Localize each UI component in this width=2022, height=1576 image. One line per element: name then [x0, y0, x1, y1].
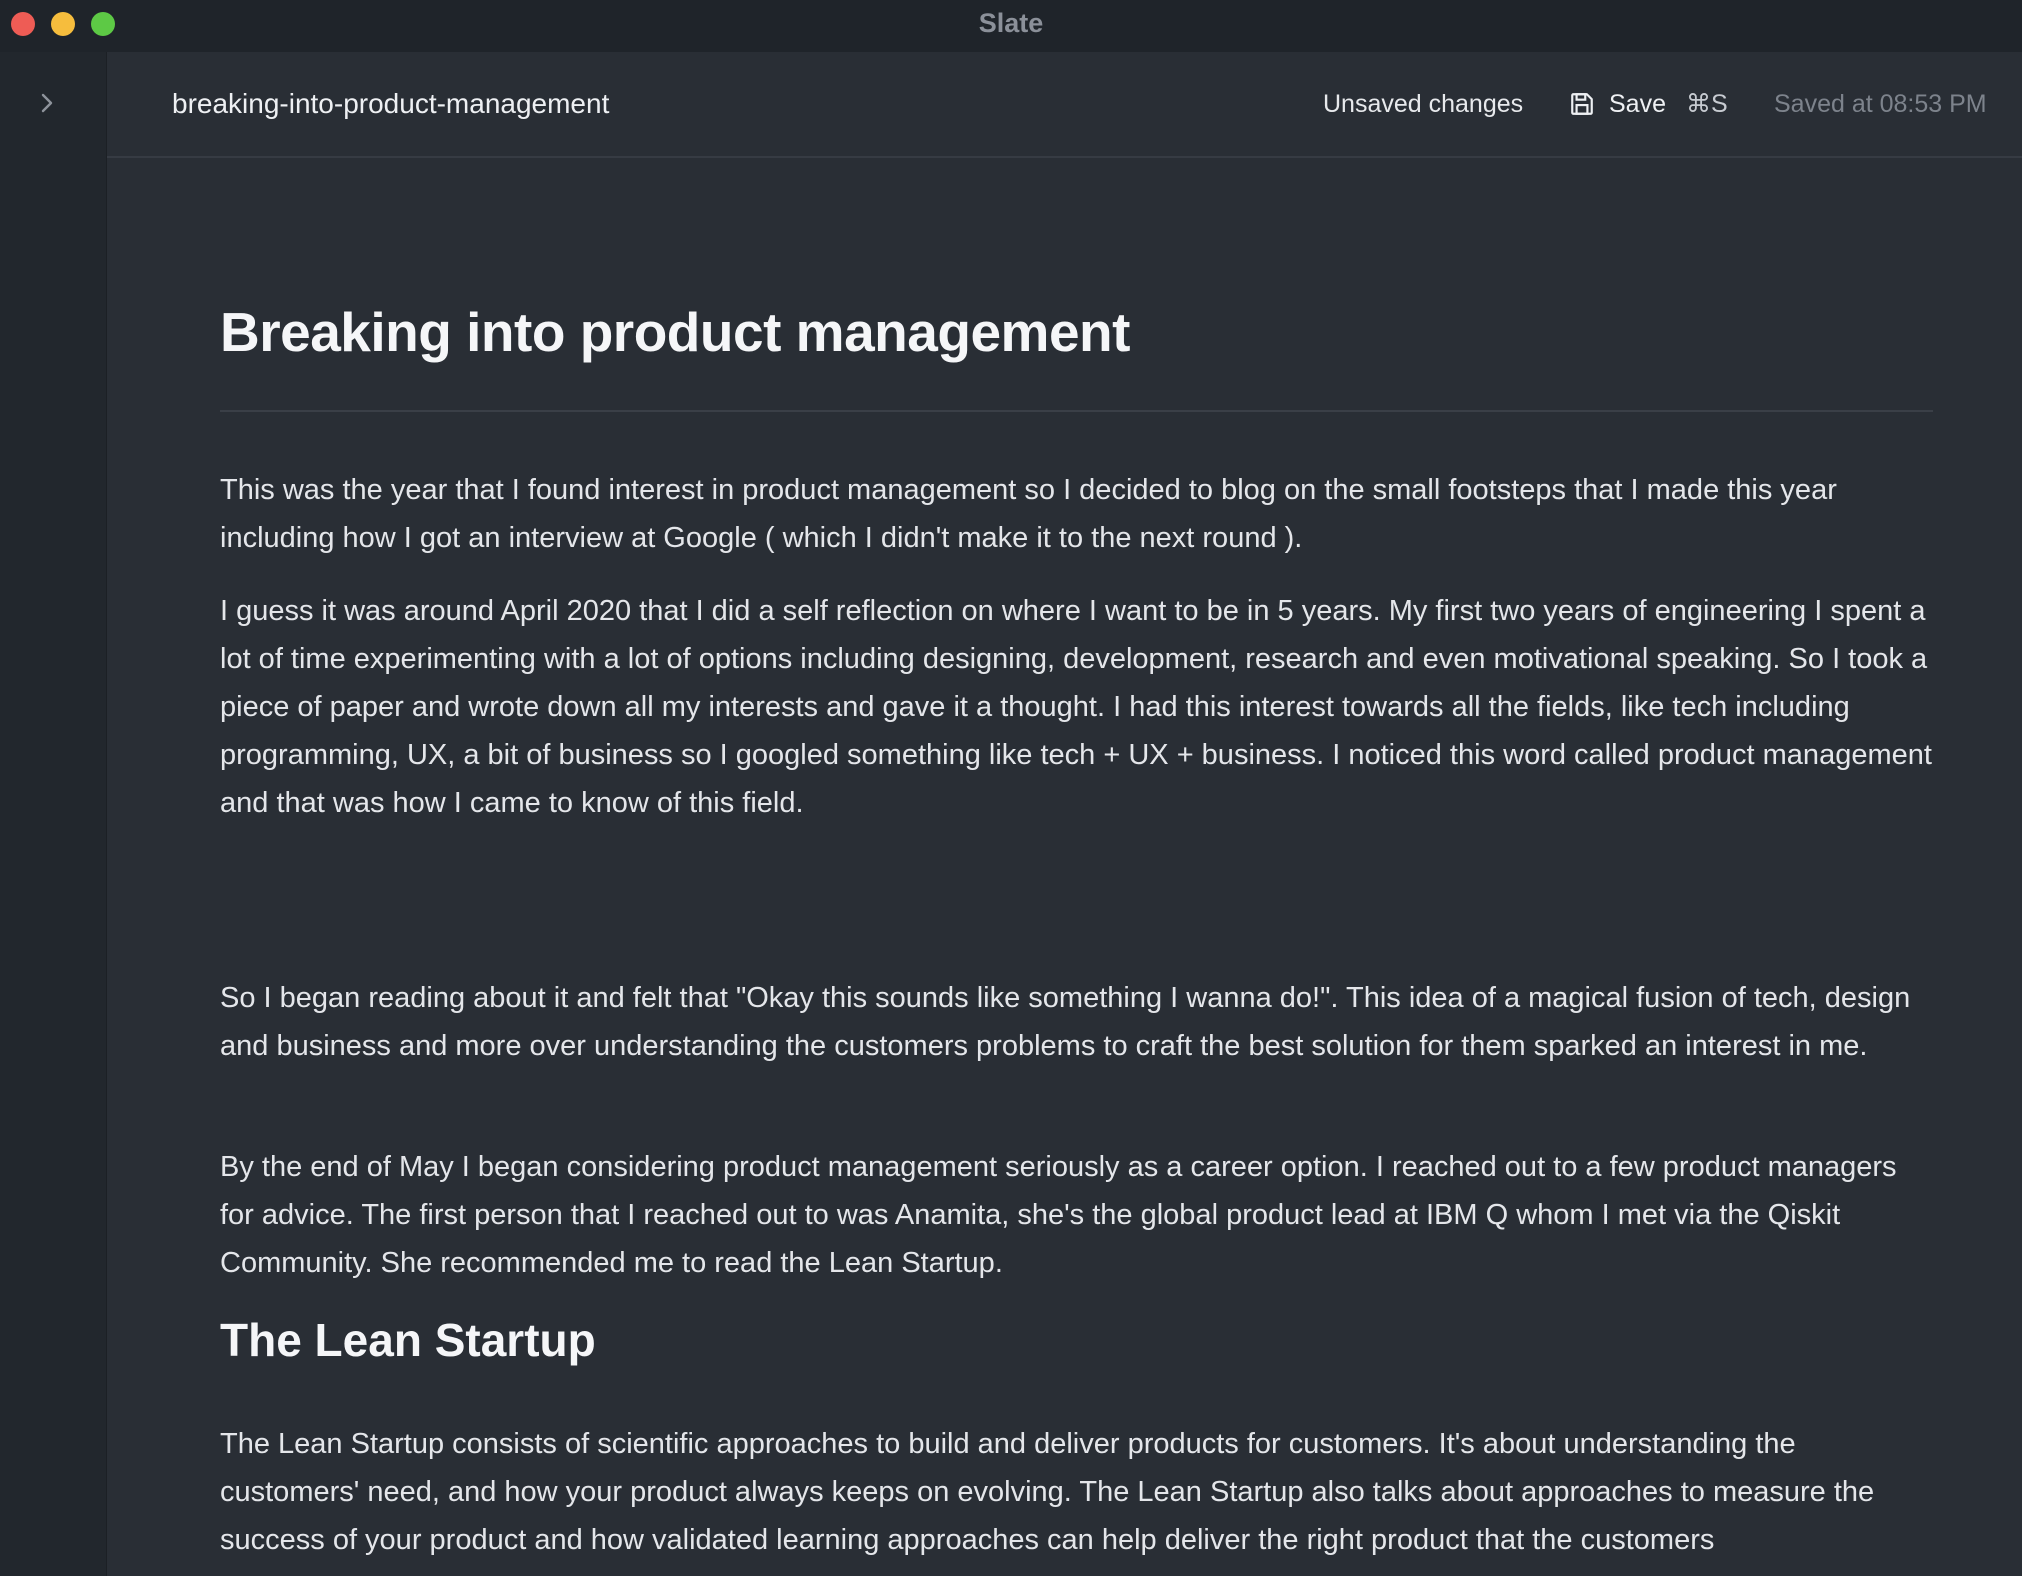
app-window: Slate breaking-into-product-management U… [0, 0, 2022, 1576]
paragraph-3[interactable]: So I began reading about it and felt tha… [220, 974, 1933, 1070]
sidebar-toggle-button[interactable] [32, 85, 62, 125]
title-divider [220, 410, 1933, 412]
article-title[interactable]: Breaking into product management [220, 300, 1933, 364]
save-label: Save [1609, 89, 1666, 118]
floppy-disk-icon [1569, 91, 1595, 117]
editor-toolbar: breaking-into-product-management Unsaved… [107, 52, 2022, 158]
unsaved-status: Unsaved changes [1323, 90, 1524, 118]
editor-content[interactable]: Breaking into product management This wa… [107, 158, 2022, 1576]
title-bar: Slate [0, 0, 2022, 52]
section-paragraph[interactable]: The Lean Startup consists of scientific … [220, 1420, 1933, 1564]
document-name[interactable]: breaking-into-product-management [172, 52, 609, 156]
chevron-right-icon [39, 91, 55, 120]
save-shortcut: ⌘S [1685, 90, 1728, 118]
section-heading[interactable]: The Lean Startup [220, 1313, 596, 1367]
paragraph-2[interactable]: I guess it was around April 2020 that I … [220, 587, 1933, 827]
app-title: Slate [978, 8, 1044, 38]
saved-timestamp: Saved at 08:53 PM [1774, 90, 1987, 118]
paragraph-1[interactable]: This was the year that I found interest … [220, 466, 1933, 562]
paragraph-4[interactable]: By the end of May I began considering pr… [220, 1143, 1933, 1287]
sidebar [0, 52, 107, 1576]
save-button[interactable]: Save ⌘S [1569, 80, 1728, 128]
